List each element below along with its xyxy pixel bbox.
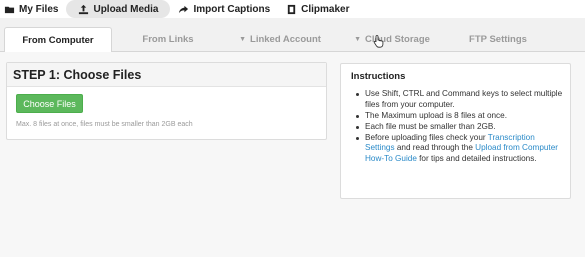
tab-from-computer-label: From Computer — [22, 34, 94, 46]
nav-import-captions[interactable]: Import Captions — [170, 0, 278, 18]
folder-icon — [4, 4, 15, 15]
tab-ftp-settings[interactable]: FTP Settings — [448, 27, 548, 52]
instruction-item: Each file must be smaller than 2GB. — [353, 122, 563, 133]
top-nav: My Files Upload Media Import Captions Cl… — [0, 0, 585, 18]
instruction-item: Before uploading files check your Transc… — [353, 133, 563, 165]
upload-icon — [78, 4, 89, 15]
caret-down-icon: ▼ — [239, 36, 247, 43]
step-title: STEP 1: Choose Files — [7, 63, 326, 87]
file-limit-note: Max. 8 files at once, files must be smal… — [16, 121, 193, 128]
film-icon — [286, 4, 297, 15]
instruction-text: and read through the — [394, 143, 476, 153]
tab-cloud-storage[interactable]: ▼ Cloud Storage — [336, 27, 448, 52]
instructions-panel: Instructions Use Shift, CTRL and Command… — [340, 63, 571, 199]
nav-upload-media-label: Upload Media — [93, 3, 159, 15]
nav-import-captions-label: Import Captions — [193, 3, 271, 15]
share-arrow-icon — [178, 4, 189, 15]
choose-files-button[interactable]: Choose Files — [16, 94, 83, 113]
nav-my-files[interactable]: My Files — [0, 0, 66, 18]
choose-files-button-label: Choose Files — [23, 98, 76, 109]
tab-content: STEP 1: Choose Files Choose Files Max. 8… — [0, 52, 585, 257]
instruction-text: Before uploading files check your — [365, 132, 488, 142]
nav-clipmaker[interactable]: Clipmaker — [278, 0, 357, 18]
nav-clipmaker-label: Clipmaker — [301, 3, 350, 15]
instructions-list: Use Shift, CTRL and Command keys to sele… — [353, 89, 563, 165]
tab-ftp-settings-label: FTP Settings — [469, 34, 527, 45]
tab-from-computer[interactable]: From Computer — [4, 27, 112, 53]
instructions-title: Instructions — [351, 71, 406, 82]
nav-upload-media[interactable]: Upload Media — [66, 0, 171, 18]
hand-cursor-icon — [373, 35, 384, 48]
tab-from-links[interactable]: From Links — [112, 27, 224, 52]
tab-from-links-label: From Links — [142, 34, 194, 45]
choose-files-panel: STEP 1: Choose Files Choose Files Max. 8… — [6, 62, 327, 140]
instruction-item: The Maximum upload is 8 files at once. — [353, 111, 563, 122]
instruction-item: Use Shift, CTRL and Command keys to sele… — [353, 89, 563, 110]
tab-linked-account[interactable]: ▼ Linked Account — [224, 27, 336, 52]
nav-my-files-label: My Files — [19, 3, 59, 15]
upload-source-tabs: From Computer From Links ▼ Linked Accoun… — [0, 22, 585, 53]
instruction-text: for tips and detailed instructions. — [416, 154, 537, 164]
caret-down-icon: ▼ — [354, 36, 361, 43]
tab-linked-account-label: Linked Account — [250, 34, 321, 45]
